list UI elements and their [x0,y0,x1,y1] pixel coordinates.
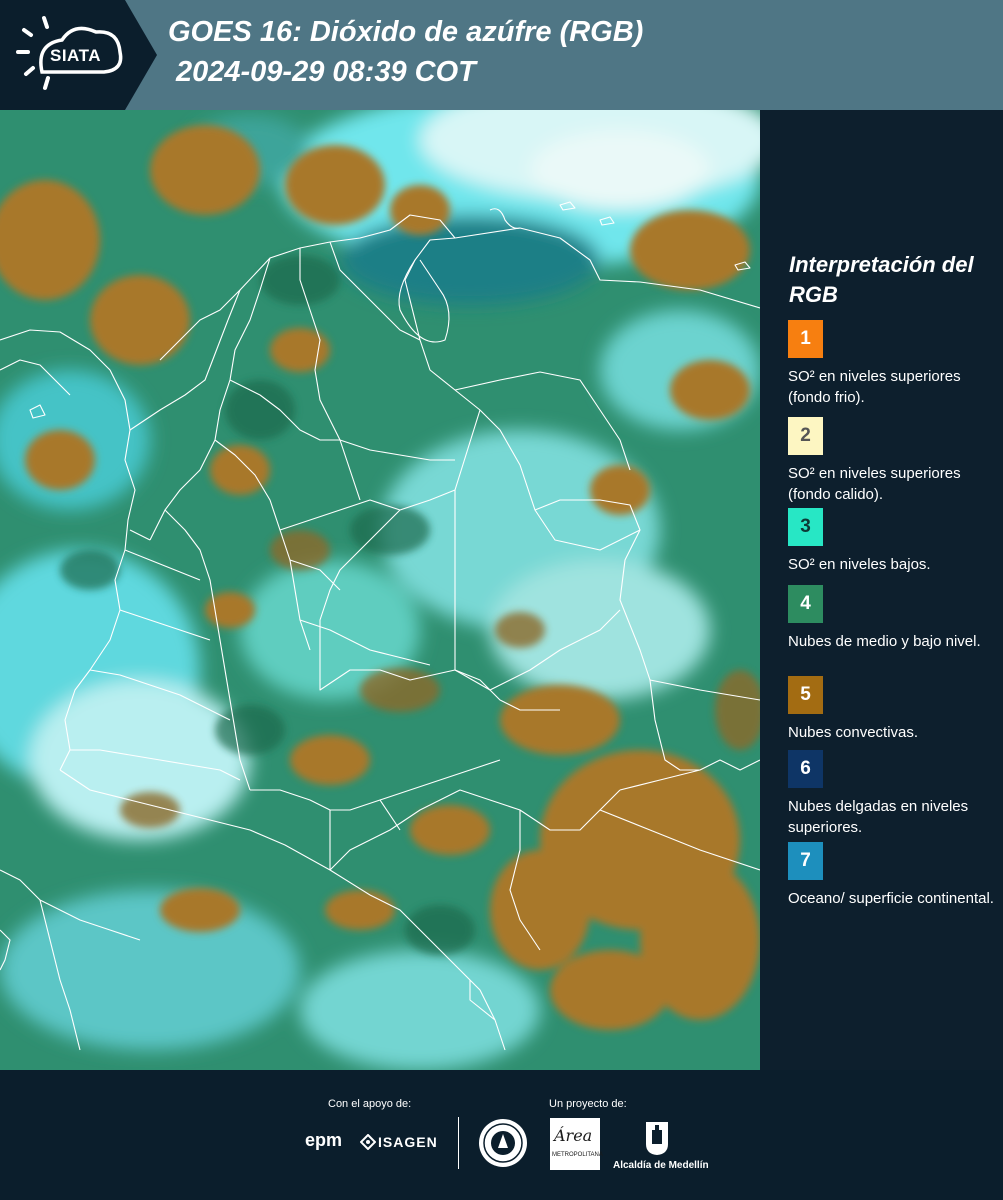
legend-label-6: Nubes delgadas en niveles superiores. [788,798,969,836]
legend-label-7: Oceano/ superficie continental. [788,890,994,907]
isagen-logo: ISAGEN [378,1134,438,1150]
alcaldia-shield-icon [646,1122,668,1155]
legend-label-3: SO² en niveles bajos. [788,556,931,573]
area-metropolitana-subtitle: METROPOLITANA [552,1152,603,1158]
legend-swatch-2: 2 [788,417,823,455]
legend-swatch-7: 7 [788,842,823,880]
legend-item-7: 7 Oceano/ superficie continental. [788,842,998,909]
area-metropolitana-logo: Área METROPOLITANA [550,1118,603,1170]
footer: Con el apoyo de: Un proyecto de: epm ISA… [0,1070,1003,1200]
legend-swatch-4: 4 [788,585,823,623]
legend-swatch-3: 3 [788,508,823,546]
legend-item-3: 3 SO² en niveles bajos. [788,508,998,575]
page: SIATA GOES 16: Dióxido de azúfre (RGB) 2… [0,0,1003,1200]
legend-item-6: 6 Nubes delgadas en niveles superiores. [788,750,998,838]
legend-label-4: Nubes de medio y bajo nivel. [788,633,981,650]
legend-item-1: 1 SO² en niveles superiores (fondo frio)… [788,320,998,408]
siata-logo: SIATA [0,0,160,110]
legend-item-4: 4 Nubes de medio y bajo nivel. [788,585,998,652]
legend-label-5: Nubes convectivas. [788,724,919,741]
header-bar: SIATA GOES 16: Dióxido de azúfre (RGB) 2… [0,0,1003,110]
medellin-seal-icon [479,1119,527,1167]
page-title: GOES 16: Dióxido de azúfre (RGB) [168,16,644,48]
satellite-image [0,110,760,1070]
support-label: Con el apoyo de: [328,1098,412,1110]
epm-logo: epm [305,1130,343,1150]
legend-panel: Interpretación del RGB 1 SO² en niveles … [760,110,1003,1070]
siata-logo-text: SIATA [50,46,101,65]
legend-item-2: 2 SO² en niveles superiores (fondo calid… [788,417,998,519]
legend-item-5: 5 Nubes convectivas. [788,676,998,743]
alcaldia-label: Alcaldía de Medellín [613,1160,709,1171]
legend-label-1: SO² en niveles superiores (fondo frio). [788,368,961,406]
legend-title: Interpretación del RGB [789,252,974,307]
footer-divider [458,1117,459,1169]
area-metropolitana-title: Área [554,1126,593,1145]
page-timestamp: 2024-09-29 08:39 COT [176,56,476,88]
satellite-map[interactable] [0,110,760,1070]
legend-swatch-6: 6 [788,750,823,788]
isagen-logo-icon [360,1134,376,1150]
legend-swatch-1: 1 [788,320,823,358]
project-label: Un proyecto de: [549,1098,627,1110]
legend-swatch-5: 5 [788,676,823,714]
